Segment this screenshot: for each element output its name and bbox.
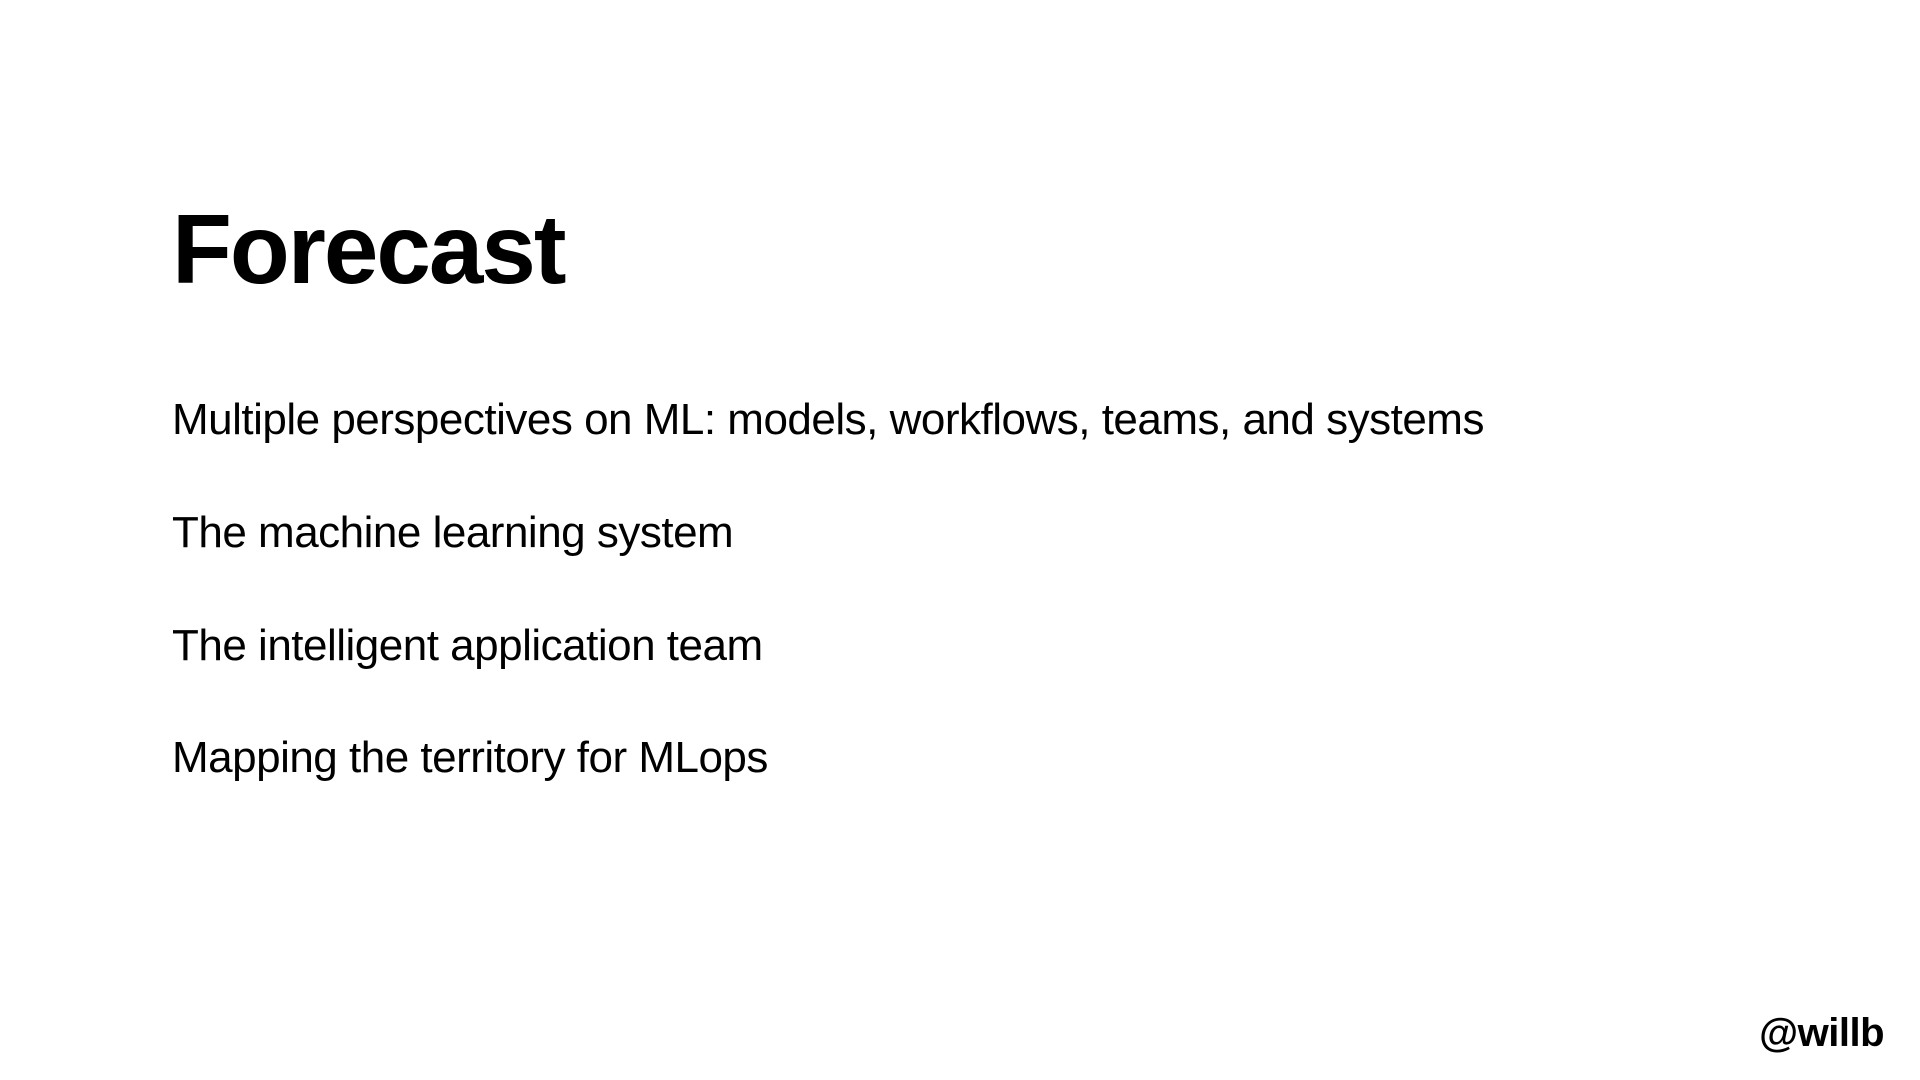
author-handle: @willb <box>1759 1011 1884 1056</box>
slide-line-0: Multiple perspectives on ML: models, wor… <box>172 394 1748 447</box>
slide-line-3: Mapping the territory for MLops <box>172 732 1748 785</box>
slide-line-2: The intelligent application team <box>172 620 1748 673</box>
slide-line-1: The machine learning system <box>172 507 1748 560</box>
slide-title: Forecast <box>172 200 1748 298</box>
slide-container: Forecast Multiple perspectives on ML: mo… <box>0 0 1920 1080</box>
